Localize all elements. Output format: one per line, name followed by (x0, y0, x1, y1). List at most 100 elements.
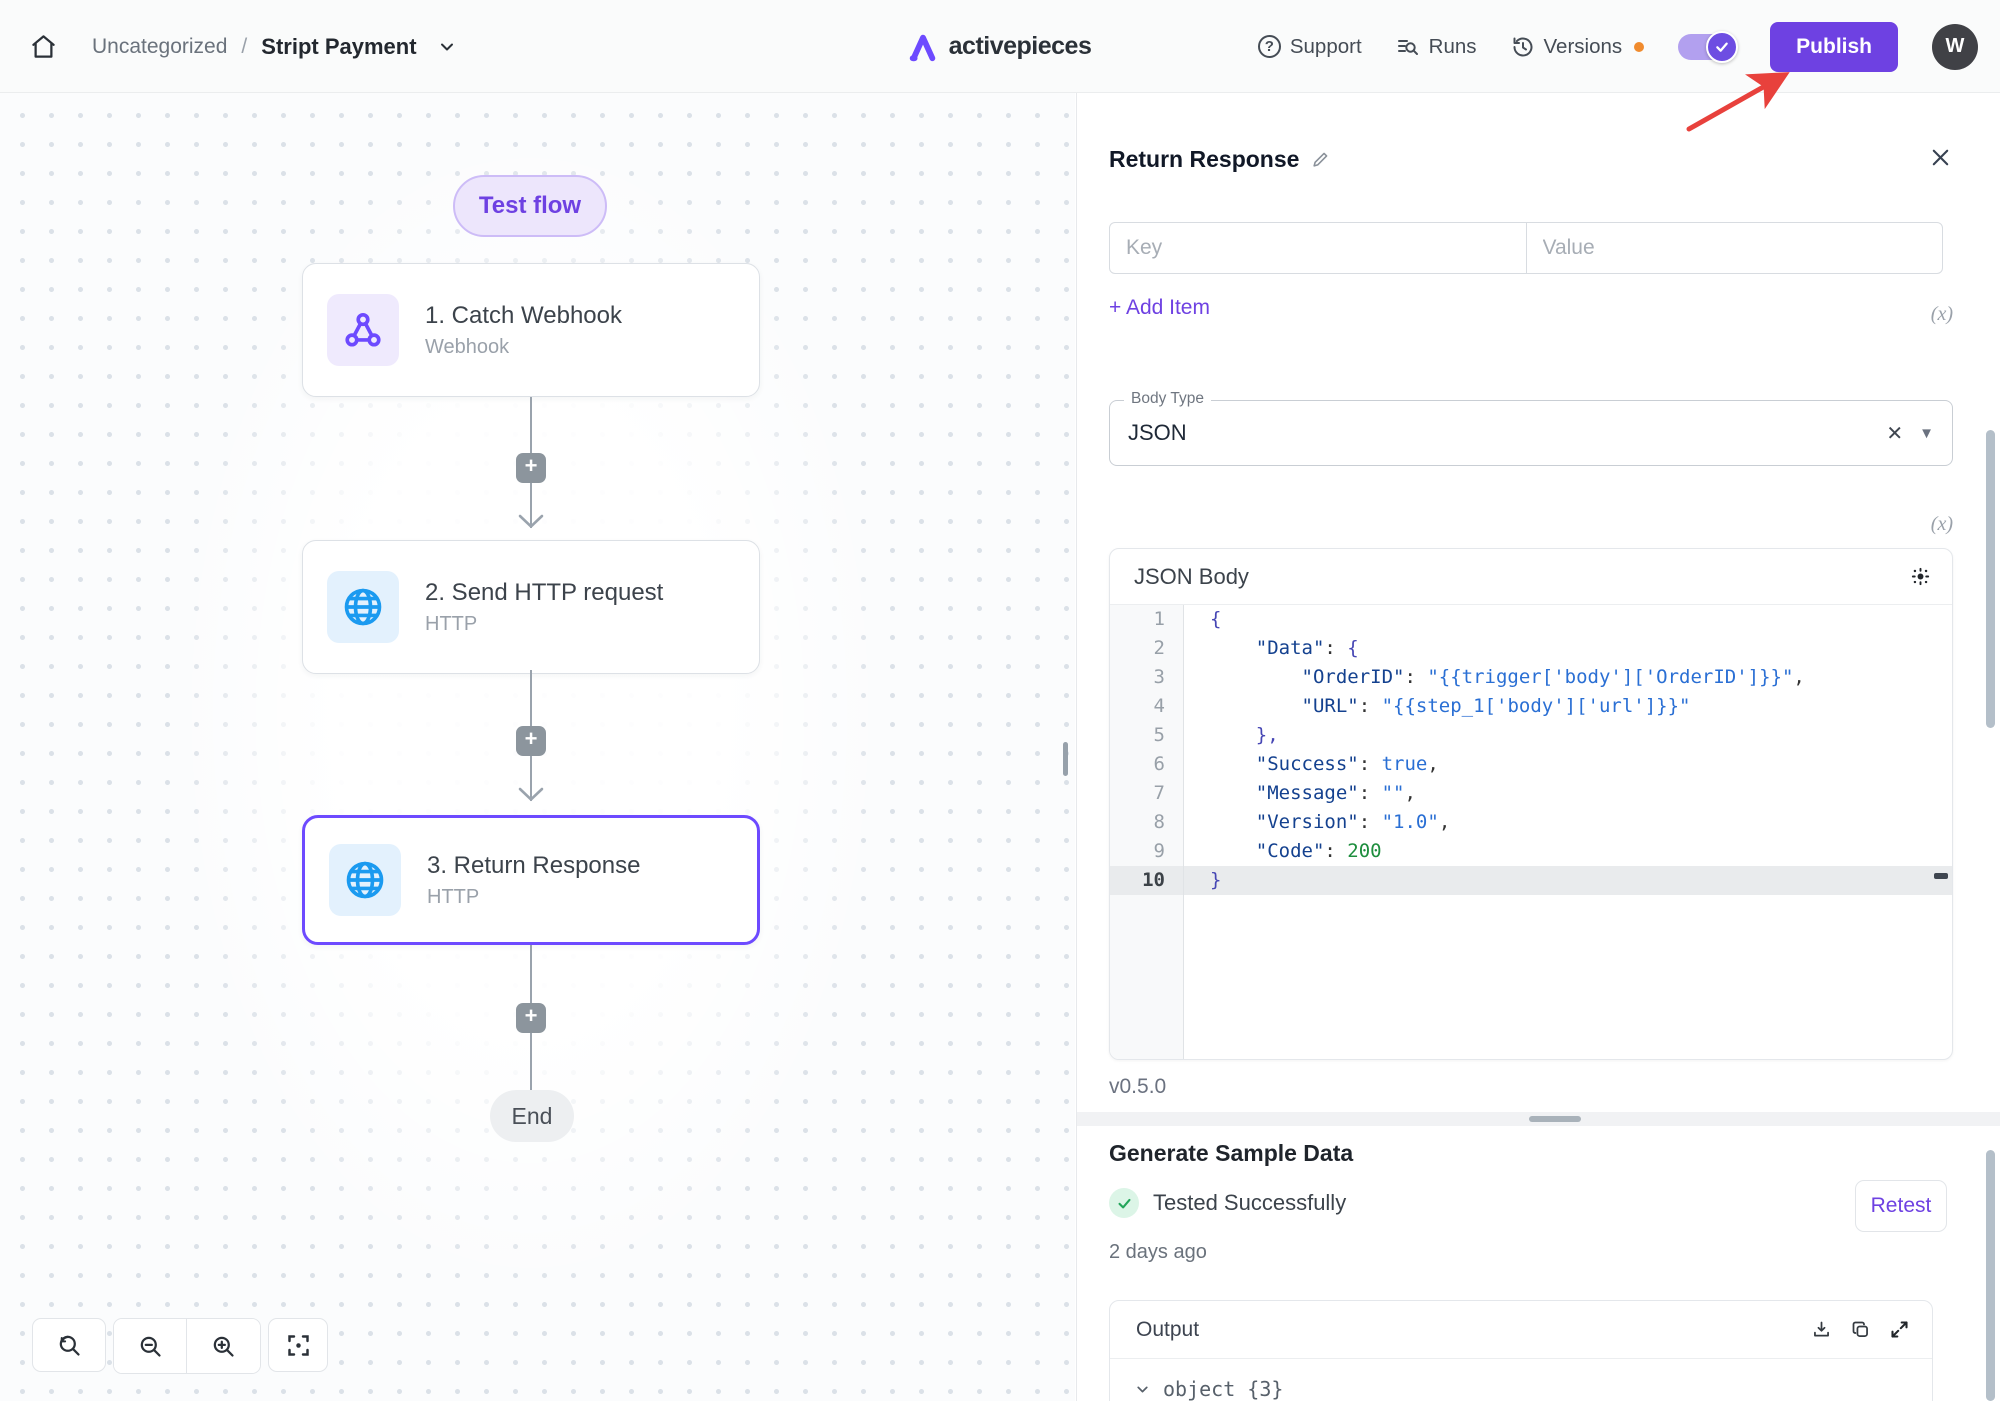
code-line[interactable]: "URL": "{{step_1['body']['url']}}" (1184, 692, 1952, 721)
brand-logo: activepieces (909, 0, 1092, 93)
flow-node-catch-webhook[interactable]: 1. Catch Webhook Webhook (302, 263, 760, 397)
editor-scrollbar-thumb[interactable] (1934, 873, 1948, 879)
top-bar-actions: ? Support Runs Versions Pub (1258, 0, 1978, 93)
webhook-icon (327, 294, 399, 366)
node-title: 2. Send HTTP request (425, 579, 663, 607)
panel-scrollbar-thumb[interactable] (1986, 430, 1995, 728)
flow-node-return-response[interactable]: 3. Return Response HTTP (302, 815, 760, 945)
breadcrumb: Uncategorized / Stript Payment (26, 0, 457, 93)
json-body-card: JSON Body 12345678910 { "Data": { "Order… (1109, 548, 1953, 1060)
brand-logo-text: activepieces (949, 32, 1092, 61)
retest-button[interactable]: Retest (1855, 1180, 1947, 1232)
line-number: 7 (1110, 779, 1183, 808)
breadcrumb-folder[interactable]: Uncategorized (92, 35, 227, 59)
download-icon[interactable] (1811, 1319, 1832, 1340)
support-label: Support (1290, 35, 1362, 59)
node-title: 3. Return Response (427, 852, 640, 880)
panel-section-divider (1077, 1112, 2000, 1126)
versions-button[interactable]: Versions (1511, 35, 1623, 59)
globe-icon (329, 844, 401, 916)
zoom-reset-button[interactable] (32, 1318, 106, 1372)
insert-variable-icon[interactable]: (x) (1893, 303, 1953, 326)
line-number: 10 (1110, 866, 1183, 895)
support-button[interactable]: ? Support (1258, 35, 1362, 59)
line-number: 1 (1110, 605, 1183, 634)
globe-icon (327, 571, 399, 643)
flow-enabled-toggle[interactable] (1678, 34, 1736, 60)
piece-version-label: v0.5.0 (1109, 1075, 1166, 1099)
generate-sample-data-heading: Generate Sample Data (1109, 1140, 1353, 1167)
code-gutter: 12345678910 (1110, 605, 1184, 1060)
unpublished-changes-dot (1634, 42, 1644, 52)
add-step-button[interactable]: + (516, 1003, 546, 1033)
line-number: 2 (1110, 634, 1183, 663)
insert-variable-icon[interactable]: (x) (1893, 513, 1953, 536)
output-card: Output object {3} (1109, 1300, 1933, 1401)
json-code-editor[interactable]: 12345678910 { "Data": { "OrderID": "{{tr… (1110, 605, 1952, 1060)
add-step-button[interactable]: + (516, 453, 546, 483)
edit-name-pencil-icon[interactable] (1311, 150, 1330, 169)
bottom-scrollbar-thumb[interactable] (1986, 1150, 1995, 1401)
code-line[interactable]: "Version": "1.0", (1184, 808, 1952, 837)
publish-button[interactable]: Publish (1770, 22, 1898, 72)
line-number: 5 (1110, 721, 1183, 750)
arrowhead-icon (517, 787, 545, 802)
panel-title: Return Response (1109, 146, 1299, 173)
output-label: Output (1136, 1318, 1811, 1342)
step-settings-panel: Return Response + Add Item (x) Body Type… (1076, 93, 2000, 1401)
test-status-label: Tested Successfully (1153, 1190, 1346, 1216)
code-line[interactable]: "Data": { (1184, 634, 1952, 663)
body-type-select[interactable]: Body Type JSON ✕ ▼ (1109, 400, 1953, 466)
avatar[interactable]: W (1932, 24, 1978, 70)
panel-resize-handle[interactable] (1063, 742, 1068, 776)
body-type-label: Body Type (1124, 390, 1211, 408)
flow-node-send-http[interactable]: 2. Send HTTP request HTTP (302, 540, 760, 674)
line-number: 6 (1110, 750, 1183, 779)
copy-icon[interactable] (1850, 1319, 1871, 1340)
output-tree-root-label: object {3} (1163, 1377, 1283, 1401)
chevron-down-icon[interactable] (437, 37, 457, 57)
node-title: 1. Catch Webhook (425, 302, 622, 330)
close-icon[interactable] (1929, 146, 1952, 169)
output-tree-root-row[interactable]: object {3} (1110, 1359, 1932, 1401)
code-line[interactable]: "Success": true, (1184, 750, 1952, 779)
canvas-zoom-toolbar (32, 1318, 328, 1374)
code-line[interactable]: } (1184, 866, 1952, 895)
versions-label: Versions (1544, 35, 1623, 59)
runs-label: Runs (1429, 35, 1477, 59)
code-line[interactable]: { (1184, 605, 1952, 634)
json-body-label: JSON Body (1134, 564, 1909, 590)
test-time-label: 2 days ago (1109, 1241, 1207, 1264)
zoom-out-button[interactable] (114, 1319, 187, 1373)
arrowhead-icon (517, 514, 545, 529)
flow-name[interactable]: Stript Payment (261, 34, 416, 60)
divider-drag-handle[interactable] (1529, 1116, 1581, 1122)
node-subtitle: HTTP (427, 886, 640, 909)
ai-sparkle-icon[interactable] (1909, 565, 1932, 588)
code-lines[interactable]: { "Data": { "OrderID": "{{trigger['body'… (1184, 605, 1952, 1060)
home-icon[interactable] (26, 30, 60, 64)
add-step-button[interactable]: + (516, 726, 546, 756)
value-input[interactable] (1527, 236, 1943, 260)
activepieces-logo-icon (909, 32, 939, 62)
expand-icon[interactable] (1889, 1319, 1910, 1340)
flow-canvas[interactable]: Test flow 1. Catch Webhook Webhook + (0, 93, 1075, 1401)
flow-builder-app: Uncategorized / Stript Payment activepie… (0, 0, 2000, 1401)
node-subtitle: Webhook (425, 336, 622, 359)
runs-button[interactable]: Runs (1396, 35, 1477, 59)
zoom-in-button[interactable] (187, 1319, 260, 1373)
code-line[interactable]: "Message": "", (1184, 779, 1952, 808)
code-line[interactable]: }, (1184, 721, 1952, 750)
code-line[interactable]: "OrderID": "{{trigger['body']['OrderID']… (1184, 663, 1952, 692)
code-line[interactable]: "Code": 200 (1184, 837, 1952, 866)
clear-selection-icon[interactable]: ✕ (1870, 421, 1919, 446)
dropdown-caret-icon[interactable]: ▼ (1919, 425, 1934, 442)
add-item-link[interactable]: + Add Item (1109, 296, 1210, 320)
key-input[interactable] (1110, 236, 1526, 260)
fit-view-button[interactable] (268, 1318, 328, 1372)
test-flow-button[interactable]: Test flow (453, 175, 607, 237)
line-number: 3 (1110, 663, 1183, 692)
success-check-icon (1109, 1188, 1139, 1218)
chevron-down-icon (1134, 1381, 1151, 1398)
line-number: 8 (1110, 808, 1183, 837)
